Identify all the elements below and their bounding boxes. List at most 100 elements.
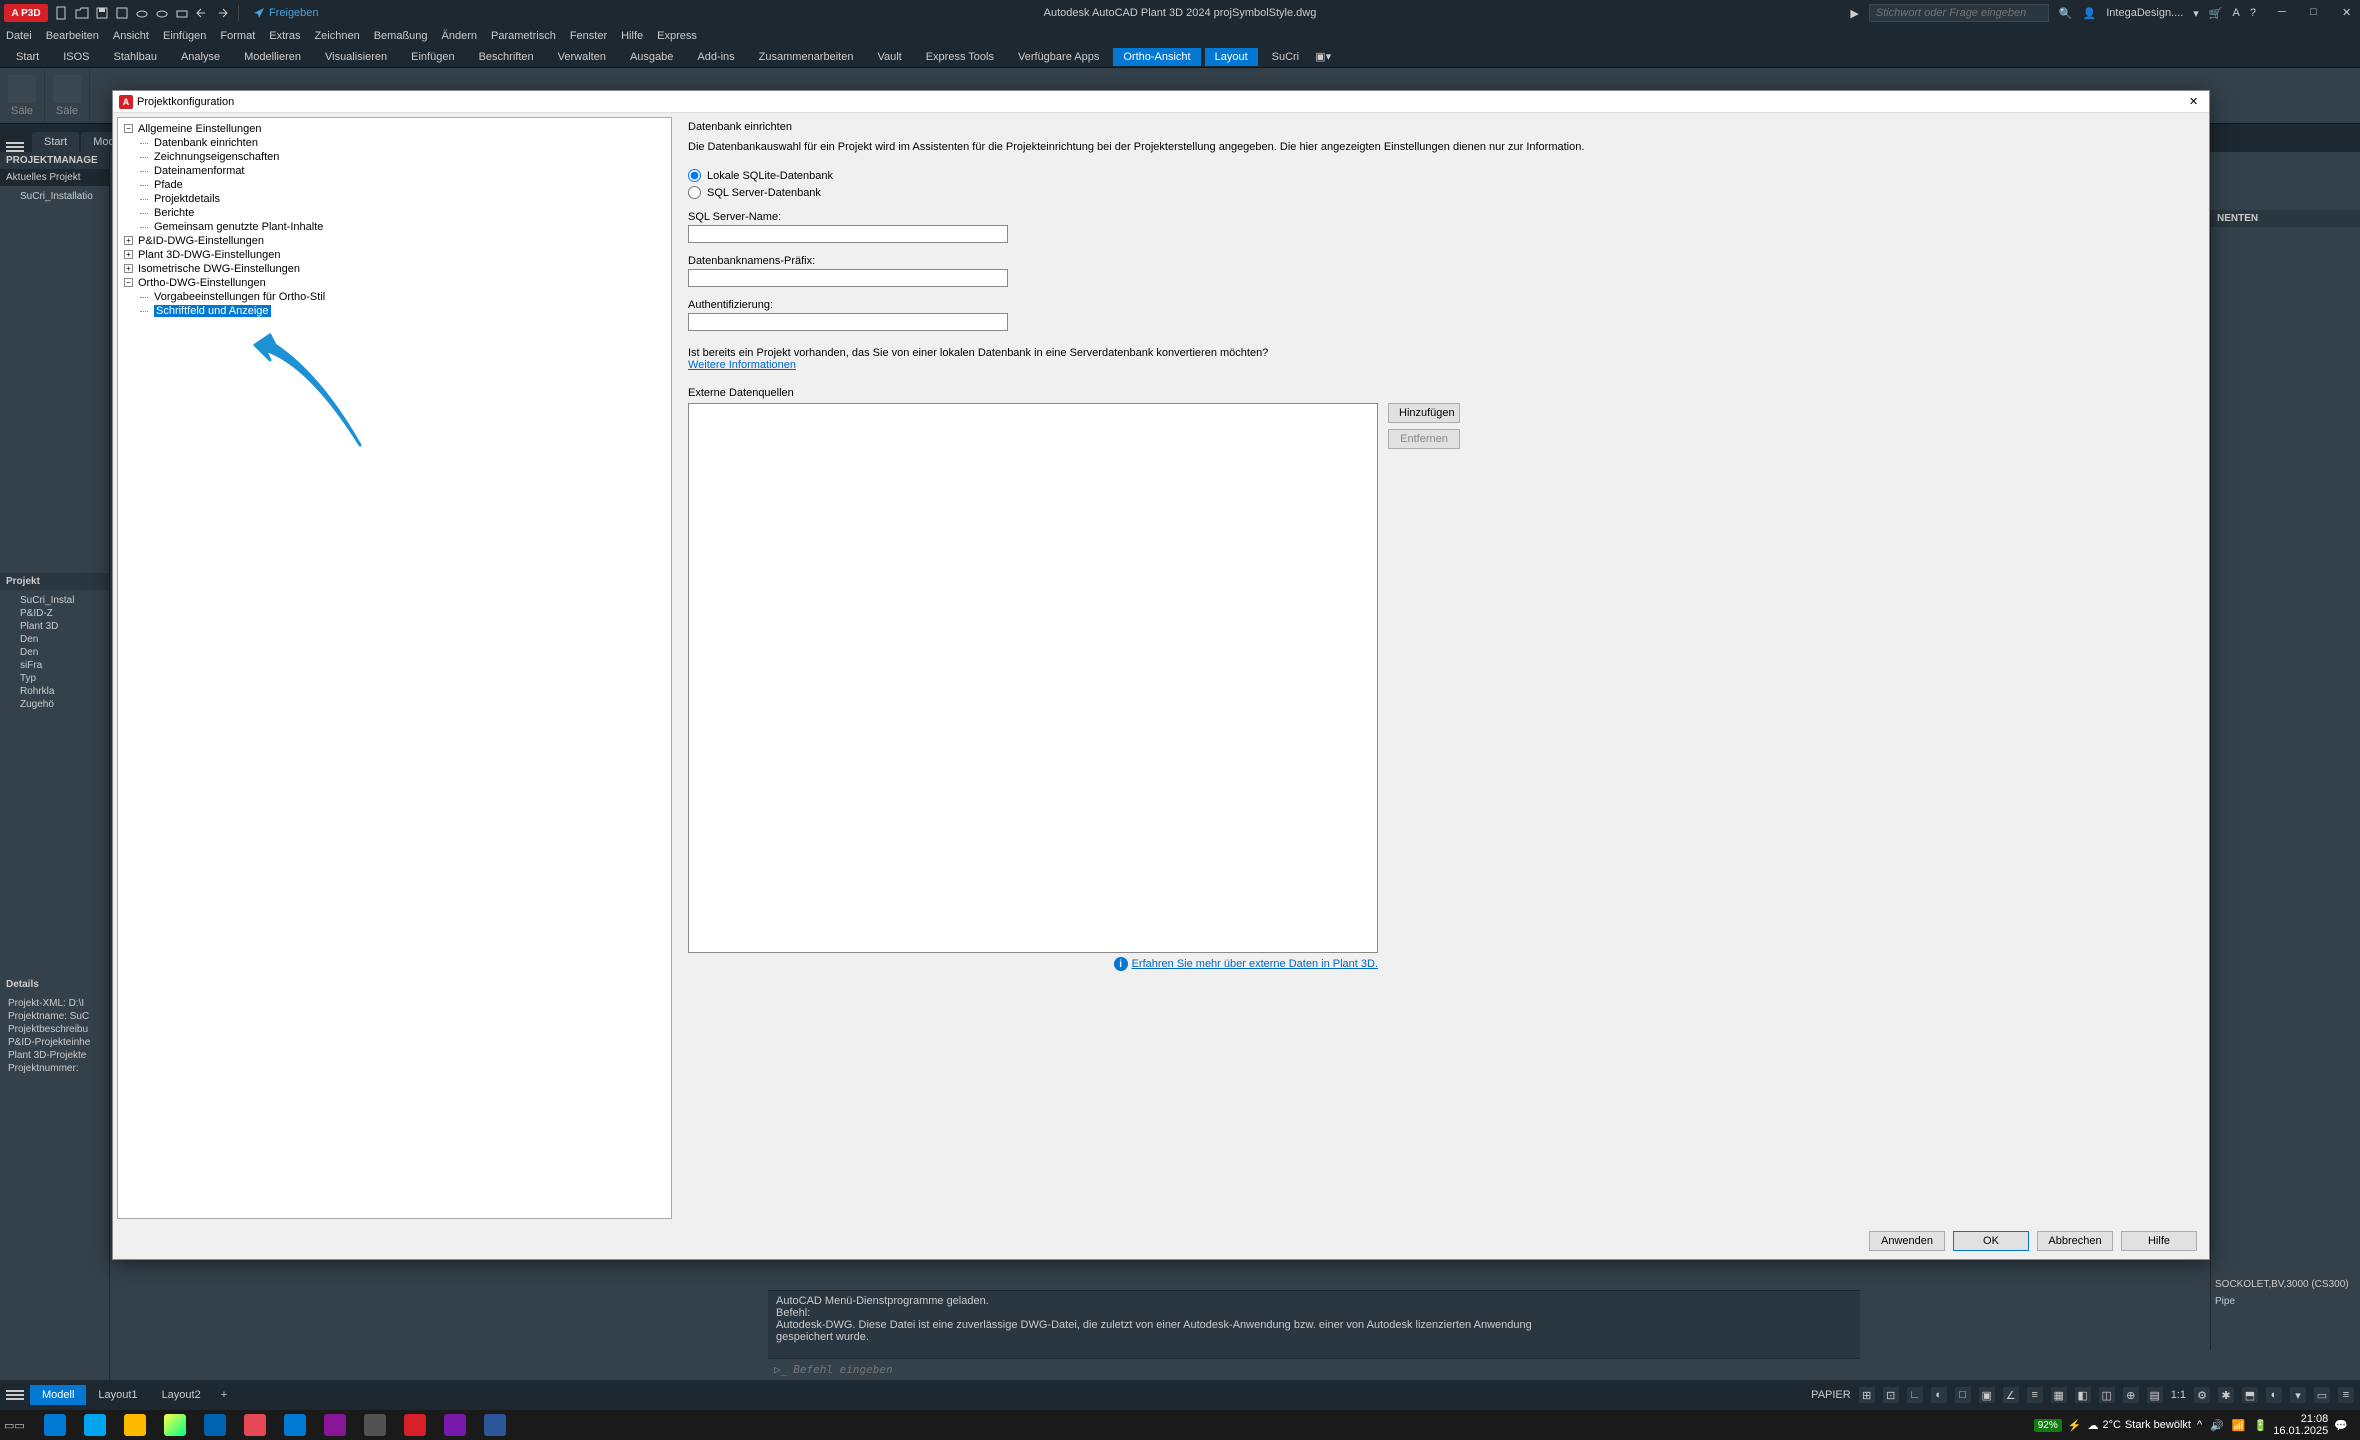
more-info-link[interactable]: Weitere Informationen xyxy=(688,359,796,371)
tree-node[interactable]: Gemeinsam genutzte Plant-Inhalte xyxy=(122,220,667,234)
task-icon[interactable] xyxy=(435,1411,475,1439)
collapse-icon[interactable]: − xyxy=(124,124,133,133)
battery-icon[interactable]: 92% xyxy=(2034,1419,2062,1432)
save-icon[interactable] xyxy=(94,5,110,21)
tree-node[interactable]: Berichte xyxy=(122,206,667,220)
ribbon-tab[interactable]: Zusammenarbeiten xyxy=(749,48,864,66)
power-icon[interactable]: ⚡ xyxy=(2068,1419,2082,1432)
custom-icon[interactable]: ≡ xyxy=(2338,1387,2354,1403)
ribbon-tab[interactable]: Einfügen xyxy=(401,48,464,66)
task-icon[interactable] xyxy=(195,1411,235,1439)
command-input[interactable] xyxy=(793,1363,1854,1376)
menu-item[interactable]: Ändern xyxy=(442,30,477,42)
ext-sources-listbox[interactable] xyxy=(688,403,1378,953)
project-combo[interactable]: SuCri_Installatio xyxy=(4,190,105,203)
tree-node[interactable]: Dateinamenformat xyxy=(122,164,667,178)
search-input[interactable] xyxy=(1869,4,2049,22)
ribbon-tab[interactable]: ISOS xyxy=(53,48,99,66)
right-item[interactable]: SOCKOLET,BV,3000 (CS300) xyxy=(2211,1277,2360,1292)
trans-icon[interactable]: ▦ xyxy=(2051,1387,2067,1403)
plot-icon[interactable] xyxy=(174,5,190,21)
ribbon-button-icon[interactable] xyxy=(53,75,81,103)
chevron-down-icon[interactable]: ▾ xyxy=(2193,7,2199,20)
font-icon[interactable]: A xyxy=(2233,7,2240,19)
tree-item[interactable]: Typ xyxy=(4,672,105,685)
hamburger-icon[interactable] xyxy=(6,142,24,152)
menu-item[interactable]: Einfügen xyxy=(163,30,206,42)
search-glass-icon[interactable]: 🔍 xyxy=(2059,7,2073,20)
dialog-titlebar[interactable]: A Projektkonfiguration ✕ xyxy=(113,91,2209,113)
tree-node[interactable]: Vorgabeeinstellungen für Ortho-Stil xyxy=(122,290,667,304)
tree-node[interactable]: +Isometrische DWG-Einstellungen xyxy=(122,262,667,276)
doc-tab-start[interactable]: Start xyxy=(32,132,79,152)
task-icon[interactable] xyxy=(35,1411,75,1439)
add-button[interactable]: Hinzufügen xyxy=(1388,403,1460,423)
zoom-label[interactable]: 1:1 xyxy=(2171,1389,2186,1401)
ortho-icon[interactable]: ∟ xyxy=(1907,1387,1923,1403)
menu-item[interactable]: Ansicht xyxy=(113,30,149,42)
menu-item[interactable]: Format xyxy=(220,30,255,42)
grid-icon[interactable]: ⊞ xyxy=(1859,1387,1875,1403)
lw-icon[interactable]: ≡ xyxy=(2027,1387,2043,1403)
tree-item[interactable]: Zugehö xyxy=(4,698,105,711)
task-icon[interactable] xyxy=(395,1411,435,1439)
menu-item[interactable]: Hilfe xyxy=(621,30,643,42)
ribbon-tab[interactable]: Add-ins xyxy=(687,48,744,66)
cancel-button[interactable]: Abbrechen xyxy=(2037,1231,2113,1251)
ribbon-button-icon[interactable] xyxy=(8,75,36,103)
polar-icon[interactable]: ◐ xyxy=(1931,1387,1947,1403)
ribbon-tab[interactable]: Modellieren xyxy=(234,48,311,66)
menu-item[interactable]: Bearbeiten xyxy=(46,30,99,42)
task-icon[interactable] xyxy=(475,1411,515,1439)
radio-input[interactable] xyxy=(688,169,701,182)
tray-icon[interactable]: 🔊 xyxy=(2210,1419,2224,1432)
tree-node[interactable]: Pfade xyxy=(122,178,667,192)
tree-node[interactable]: Projektdetails xyxy=(122,192,667,206)
dialog-close-button[interactable]: ✕ xyxy=(2189,95,2203,109)
model-tab[interactable]: Layout1 xyxy=(86,1385,149,1405)
task-icon[interactable] xyxy=(235,1411,275,1439)
ribbon-tab[interactable]: Beschriften xyxy=(469,48,544,66)
menu-item[interactable]: Parametrisch xyxy=(491,30,556,42)
menu-item[interactable]: Bemaßung xyxy=(374,30,428,42)
info-link[interactable]: i Erfahren Sie mehr über externe Daten i… xyxy=(688,957,1378,971)
clock[interactable]: 21:08 16.01.2025 xyxy=(2273,1413,2328,1437)
ribbon-tab[interactable]: Start xyxy=(6,48,49,66)
task-icon[interactable] xyxy=(115,1411,155,1439)
dyn-icon[interactable]: ⊕ xyxy=(2123,1387,2139,1403)
units-icon[interactable]: ⬒ xyxy=(2242,1387,2258,1403)
tree-node[interactable]: −Allgemeine Einstellungen xyxy=(122,122,667,136)
minimize-button[interactable]: ─ xyxy=(2278,6,2292,20)
ribbon-tab[interactable]: Express Tools xyxy=(916,48,1004,66)
tree-node[interactable]: +Plant 3D-DWG-Einstellungen xyxy=(122,248,667,262)
tree-node[interactable]: +P&ID-DWG-Einstellungen xyxy=(122,234,667,248)
saveas-icon[interactable] xyxy=(114,5,130,21)
qp-icon[interactable]: ▤ xyxy=(2147,1387,2163,1403)
tree-node[interactable]: Zeichnungseigenschaften xyxy=(122,150,667,164)
ribbon-tab[interactable]: SuCri xyxy=(1262,48,1310,66)
3d-icon[interactable]: ◫ xyxy=(2099,1387,2115,1403)
annomon-icon[interactable]: ✱ xyxy=(2218,1387,2234,1403)
notifications-icon[interactable]: 💬 xyxy=(2334,1419,2348,1432)
app-logo[interactable]: A P3D xyxy=(4,4,48,22)
task-icon[interactable] xyxy=(315,1411,355,1439)
ok-button[interactable]: OK xyxy=(1953,1231,2029,1251)
hamburger-icon[interactable] xyxy=(6,1390,24,1400)
task-icon[interactable] xyxy=(155,1411,195,1439)
open-icon[interactable] xyxy=(74,5,90,21)
right-item[interactable]: Pipe xyxy=(2211,1294,2360,1309)
tray-icon[interactable]: 🔋 xyxy=(2254,1419,2268,1432)
menu-item[interactable]: Express xyxy=(657,30,697,42)
apply-button[interactable]: Anwenden xyxy=(1869,1231,1945,1251)
clean-icon[interactable]: ▭ xyxy=(2314,1387,2330,1403)
tree-item[interactable]: SuCri_Instal xyxy=(4,594,105,607)
tree-item[interactable]: Plant 3D xyxy=(4,620,105,633)
redo-icon[interactable] xyxy=(214,5,230,21)
cart-icon[interactable]: 🛒 xyxy=(2209,7,2223,20)
share-button[interactable]: Freigeben xyxy=(253,7,319,19)
user-icon[interactable]: 👤 xyxy=(2083,7,2097,20)
add-layout-button[interactable]: + xyxy=(213,1385,235,1405)
expand-icon[interactable]: + xyxy=(124,264,133,273)
new-icon[interactable] xyxy=(54,5,70,21)
tree-item[interactable]: Den xyxy=(4,646,105,659)
